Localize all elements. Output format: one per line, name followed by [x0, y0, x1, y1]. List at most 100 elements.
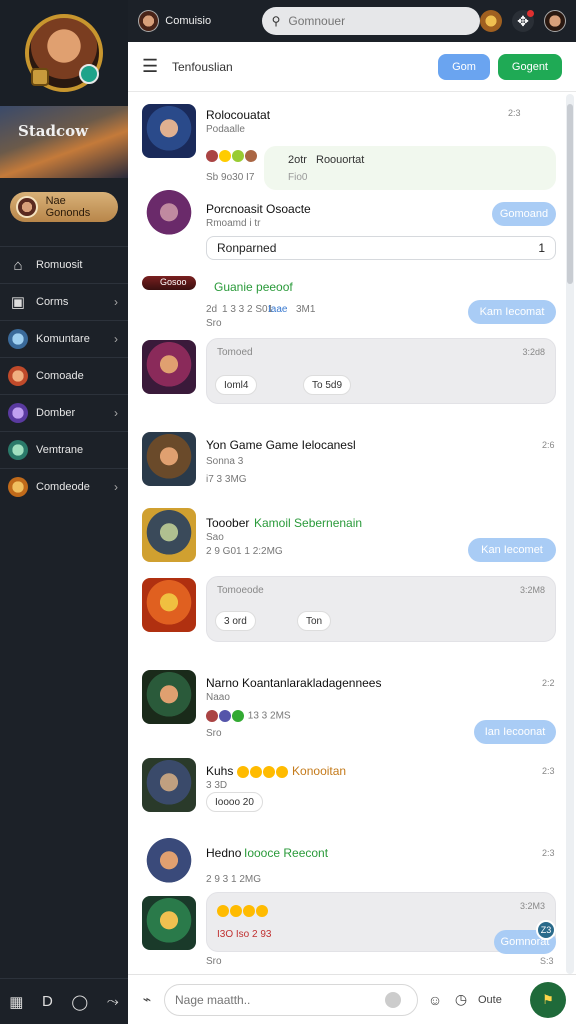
item-sub: Naao — [206, 692, 230, 703]
top-avatar[interactable] — [138, 10, 160, 32]
mic-icon[interactable] — [385, 991, 401, 1008]
item-name: Porcnoasit Osoacte — [206, 202, 311, 216]
game-thumbnail[interactable] — [142, 432, 196, 486]
message-bubble[interactable]: Tomoed 3:2d8 Ioml4 To 5d9 — [206, 338, 556, 404]
game-thumbnail[interactable] — [142, 896, 196, 950]
meta-a: 2d — [206, 304, 218, 315]
sidebar-item-label: Domber — [36, 407, 76, 419]
reaction-pill[interactable]: 3 ord — [215, 611, 256, 631]
info-pill: Ioooo 20 — [206, 792, 263, 812]
server-banner[interactable]: Stadcow — [0, 106, 128, 178]
bubble-text: I3O Iso 2 93 — [217, 929, 272, 940]
status-label: Nae Gononds — [45, 195, 91, 219]
action-chip[interactable]: Gomoand — [492, 202, 556, 226]
bubble-main: 2otr — [288, 154, 307, 166]
reaction-pill[interactable]: To 5d9 — [303, 375, 352, 395]
scrollbar[interactable] — [566, 94, 574, 974]
profile-icon[interactable] — [544, 10, 566, 32]
tag-badge: Gosoo — [142, 276, 196, 290]
game-thumbnail[interactable] — [142, 104, 196, 158]
share-icon[interactable]: ⤳ — [107, 993, 119, 1010]
game-thumbnail[interactable] — [142, 340, 196, 394]
puzzle-icon[interactable]: ✥ — [512, 10, 534, 32]
item-time: 2:3 — [542, 848, 555, 858]
chat-icon[interactable]: ◯ — [71, 993, 88, 1011]
scrollbar-thumb[interactable] — [567, 104, 573, 284]
item-sub: Sao — [206, 532, 224, 543]
sidebar-item-komuntare[interactable]: Komuntare › — [0, 320, 128, 357]
profile-area — [0, 0, 128, 106]
action-chip[interactable]: Ian Iecoonat — [474, 720, 556, 744]
home-icon: ⌂ — [13, 256, 23, 274]
avatar-icon — [8, 477, 28, 497]
send-icon: ⚑ — [542, 991, 554, 1007]
reaction-pill-label: 3 ord — [224, 615, 247, 627]
search-input[interactable] — [288, 14, 449, 28]
action-chip[interactable]: Kan Iecomet — [468, 538, 556, 562]
game-thumbnail[interactable] — [142, 188, 196, 242]
coin-icon[interactable] — [480, 10, 502, 32]
avatar-icon — [8, 329, 28, 349]
send-button[interactable]: ⚑ — [530, 981, 566, 1018]
message-input-box[interactable] — [164, 983, 418, 1016]
bubble-label: Tomoeode — [217, 585, 264, 596]
sidebar-item-comdeode[interactable]: Comdeode › — [0, 468, 128, 505]
sidebar-item-corms[interactable]: ▣ Corms › — [0, 283, 128, 320]
reply-bubble[interactable]: 2otr Roouortat Fio0 — [264, 146, 556, 190]
item-meta: Sonna 3 — [206, 456, 244, 467]
message-bubble[interactable]: Tomoeode 3:2M8 3 ord Ton — [206, 576, 556, 642]
reaction-row — [217, 905, 269, 917]
attach-icon[interactable]: ⌁ — [138, 991, 156, 1008]
rank-badge-icon — [31, 68, 49, 86]
emoji-icon[interactable]: ☺ — [426, 992, 444, 1008]
reaction-pill[interactable]: Ioml4 — [215, 375, 258, 395]
sidebar-nav: ⌂ Romuosit ▣ Corms › Komuntare › Comoade… — [0, 246, 128, 505]
item-name-highlight: Kamoil Sebernenain — [254, 516, 363, 530]
message-input[interactable] — [175, 992, 385, 1007]
sub-header: ☰ Tenfouslian Gom Gogent — [128, 42, 576, 92]
sidebar-item-domber[interactable]: Domber › — [0, 394, 128, 431]
game-thumbnail[interactable] — [142, 578, 196, 632]
search-box[interactable]: ⚲ — [261, 7, 480, 35]
inline-field[interactable]: Ronparned 1 — [206, 236, 556, 260]
calendar-icon: ▣ — [10, 294, 26, 311]
feed: Rolocouatat Podaalle 2:3 Sb 9o30 I7 2otr… — [128, 92, 564, 974]
primary-button[interactable]: Gom — [438, 53, 490, 80]
bubble-text: Roouortat — [316, 154, 365, 166]
composer-label: Oute — [478, 993, 502, 1006]
game-thumbnail[interactable] — [142, 508, 196, 562]
sidebar-item-comoade[interactable]: Comoade — [0, 357, 128, 394]
meta-e: Sro — [206, 318, 222, 329]
sidebar-item-romuosit[interactable]: ⌂ Romuosit — [0, 246, 128, 283]
clock-icon[interactable]: ◷ — [452, 991, 470, 1008]
item-name: Kuhs Konooitan — [206, 764, 346, 778]
grid-icon[interactable]: ▦ — [9, 993, 23, 1011]
game-thumbnail[interactable] — [142, 836, 196, 890]
item-name-b: Ioooce Reecont — [244, 846, 329, 860]
sidebar-item-label: Comoade — [36, 370, 84, 382]
avatar-icon — [8, 403, 28, 423]
status-pill[interactable]: Nae Gononds — [10, 192, 118, 222]
secondary-button[interactable]: Gogent — [497, 53, 562, 80]
action-chip[interactable]: Kam Iecomat — [468, 300, 556, 324]
reaction-pill-label: Ton — [306, 615, 323, 627]
sidebar-item-label: Komuntare — [36, 333, 90, 345]
inline-field-value: Ronparned — [217, 241, 277, 255]
user-avatar[interactable] — [25, 14, 103, 92]
sidebar-item-vemtrane[interactable]: Vemtrane — [0, 431, 128, 468]
menu-icon[interactable]: ☰ — [142, 56, 166, 77]
d-icon[interactable]: D — [42, 993, 53, 1010]
item-name-a: Kuhs — [206, 764, 234, 778]
item-time: S:3 — [540, 956, 554, 966]
meta-c: Iaae — [268, 304, 288, 315]
inline-field-count: 1 — [538, 241, 545, 255]
sidebar-item-label: Comdeode — [36, 481, 90, 493]
reaction-pill[interactable]: Ton — [297, 611, 332, 631]
item-name: Rolocouatat — [206, 108, 271, 122]
bubble-label: Tomoed — [217, 347, 253, 358]
item-name: Tooober — [206, 516, 250, 530]
item-meta: 13 3 2MS — [206, 710, 291, 722]
game-thumbnail[interactable] — [142, 670, 196, 724]
item-sub: 3 3D — [206, 780, 228, 791]
game-thumbnail[interactable] — [142, 758, 196, 812]
